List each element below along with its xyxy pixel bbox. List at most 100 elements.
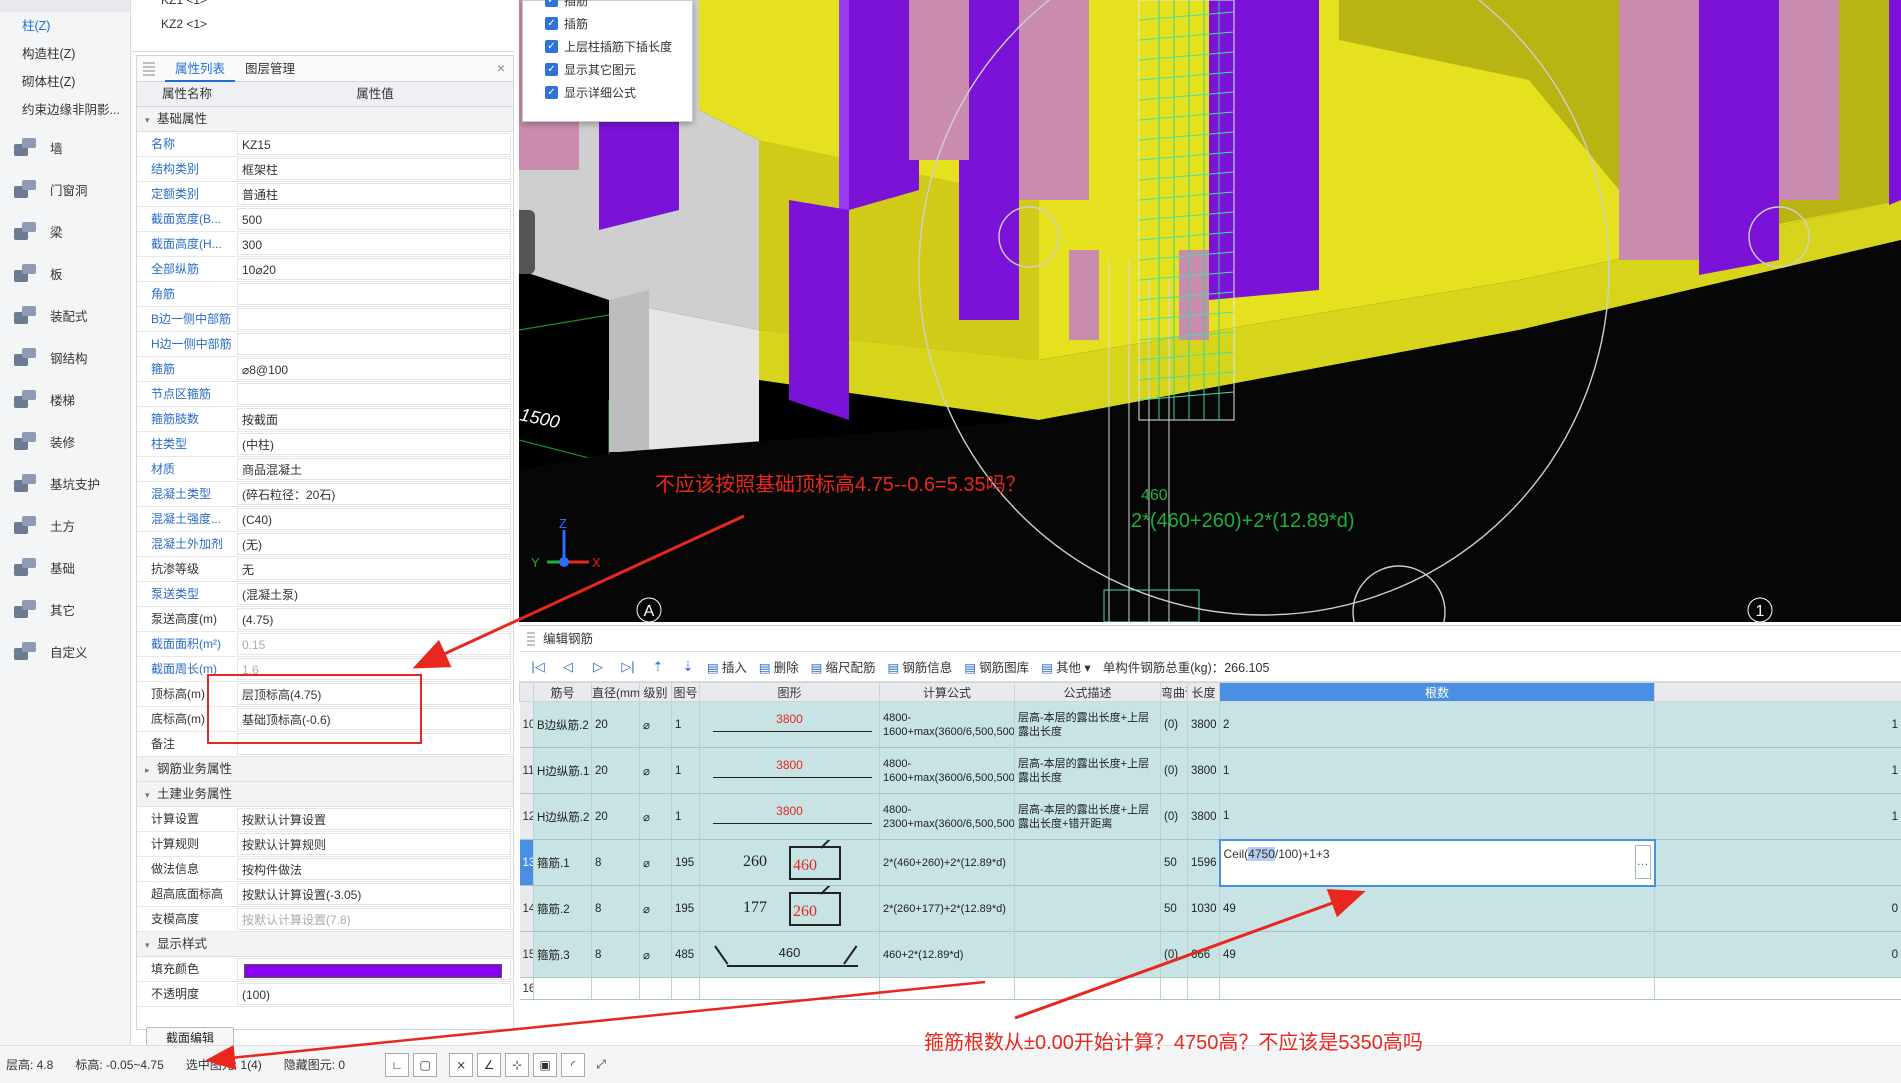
formula-description[interactable] <box>1014 885 1161 932</box>
bar-length[interactable]: 3800 <box>1187 747 1220 794</box>
tail-cell[interactable]: 0 <box>1654 885 1901 932</box>
calc-formula[interactable]: 2*(460+260)+2*(12.89*d) <box>879 839 1015 886</box>
checkbox-row[interactable]: ✓ 显示详细公式 <box>545 81 692 104</box>
property-value[interactable] <box>237 958 511 980</box>
row-index[interactable]: 16 <box>519 977 534 1000</box>
tail-cell[interactable]: 1 <box>1654 747 1901 794</box>
row-index[interactable]: 11 <box>519 747 534 794</box>
tab-layer-manage[interactable]: 图层管理 <box>235 56 305 82</box>
3d-viewport[interactable]: A 1 1500 460 2*(460+260)+2*(12.89*d) Z Y… <box>519 0 1901 622</box>
checkbox-checked-icon[interactable]: ✓ <box>545 17 558 30</box>
bar-shape[interactable]: 3800 <box>699 793 880 840</box>
table-cell[interactable] <box>591 977 640 1000</box>
count-formula-input[interactable]: Ceil(4750/100)+1+3… <box>1224 843 1651 883</box>
table-row[interactable]: 12H边纵筋.220⌀138004800-2300+max(3600/6,500… <box>519 793 1901 840</box>
element-list-item[interactable]: KZ2 <1> <box>131 12 514 36</box>
fullscreen-icon[interactable]: ⤢ <box>589 1053 613 1077</box>
ellipsis-button-icon[interactable]: … <box>1634 844 1651 879</box>
chevron-down-icon[interactable]: ▾ <box>145 783 157 808</box>
last-record-icon[interactable]: ▷| <box>617 656 639 678</box>
bar-name[interactable]: H边纵筋.2 <box>533 793 592 840</box>
bar-figure-no[interactable]: 195 <box>671 839 700 886</box>
bar-figure-no[interactable]: 1 <box>671 701 700 748</box>
property-value[interactable] <box>237 333 511 355</box>
property-value[interactable]: 500 <box>237 208 511 230</box>
bar-count[interactable]: 1 <box>1219 747 1655 794</box>
chevron-down-icon[interactable]: ▾ <box>145 933 157 958</box>
calc-formula[interactable]: 4800-2300+max(3600/6,500,500)+1*35*d <box>879 793 1015 840</box>
bar-count[interactable]: Ceil(4750/100)+1+3… <box>1218 838 1656 887</box>
ortho-icon[interactable]: ∟ <box>385 1052 410 1077</box>
tail-cell[interactable]: 0 <box>1654 931 1901 978</box>
sidebar-subitem[interactable]: 约束边缘非阴影... <box>0 96 130 124</box>
property-section-header[interactable]: ▾ 基础属性 <box>137 107 513 132</box>
checkbox-row[interactable]: ✓ 上层柱插筋下插长度 <box>545 35 692 58</box>
property-value[interactable] <box>237 383 511 405</box>
bar-name[interactable]: B边纵筋.2 <box>533 701 592 748</box>
sidebar-category[interactable]: 板 <box>0 252 130 294</box>
tail-cell[interactable]: 1 <box>1654 793 1901 840</box>
tail-cell[interactable]: 1 <box>1654 701 1901 748</box>
sidebar-category[interactable]: 其它 <box>0 588 130 630</box>
bar-length[interactable]: 3800 <box>1187 701 1220 748</box>
sidebar-category[interactable]: 自定义 <box>0 630 130 672</box>
first-record-icon[interactable]: |◁ <box>527 656 549 678</box>
property-value[interactable]: (碎石粒径：20石) <box>237 483 511 505</box>
row-index[interactable]: 12 <box>519 793 534 840</box>
column-header[interactable]: 图号 <box>671 682 700 702</box>
calc-formula[interactable]: 4800-1600+max(3600/6,500,500) <box>879 747 1015 794</box>
bar-length[interactable]: 1596 <box>1187 839 1220 886</box>
table-cell[interactable] <box>1160 977 1188 1000</box>
sidebar-category[interactable]: 装修 <box>0 420 130 462</box>
formula-description[interactable] <box>1014 839 1161 886</box>
bar-grade[interactable]: ⌀ <box>639 747 672 794</box>
row-index[interactable]: 13 <box>519 839 534 886</box>
bar-shape[interactable]: 177 260 <box>699 885 880 932</box>
bar-count[interactable]: 2 <box>1219 701 1655 748</box>
table-row[interactable]: 11 H边纵筋.1 20 ⌀ 1 3800 4800-1600+max(3600/6,500… <box>519 747 1901 794</box>
bar-shape[interactable]: 3800 <box>699 747 880 794</box>
bar-count[interactable]: 49 <box>1219 931 1655 978</box>
property-value[interactable] <box>237 283 511 305</box>
column-header[interactable]: 公式描述 <box>1014 682 1161 702</box>
formula-description[interactable] <box>1014 931 1161 978</box>
property-value[interactable]: 按默认计算规则 <box>237 833 511 855</box>
property-value[interactable]: 10⌀20 <box>237 258 511 280</box>
sidebar-subitem[interactable]: 柱(Z) <box>0 12 130 40</box>
bar-figure-no[interactable]: 1 <box>671 747 700 794</box>
bar-grade[interactable]: ⌀ <box>639 701 672 748</box>
table-cell[interactable] <box>1014 977 1161 1000</box>
property-value[interactable] <box>237 308 511 330</box>
property-value[interactable]: KZ15 <box>237 133 511 155</box>
table-cell[interactable] <box>1187 977 1220 1000</box>
property-value[interactable]: (C40) <box>237 508 511 530</box>
bar-length[interactable]: 3800 <box>1187 793 1220 840</box>
table-cell[interactable] <box>1219 977 1655 1000</box>
sidebar-subitem[interactable]: 砌体柱(Z) <box>0 68 130 96</box>
chevron-down-icon[interactable]: ▾ <box>145 108 157 133</box>
property-value[interactable]: 按默认计算设置(7.8) <box>237 908 511 930</box>
viewport-collapse-handle[interactable] <box>519 210 535 274</box>
checkbox-row[interactable]: ✓ 显示其它图元 <box>545 58 692 81</box>
box-select-icon[interactable]: ▢ <box>413 1052 438 1077</box>
bar-grade[interactable]: ⌀ <box>639 839 672 886</box>
bar-length[interactable]: 1030 <box>1187 885 1220 932</box>
row-index[interactable]: 10 <box>519 701 534 748</box>
checkbox-checked-icon[interactable]: ✓ <box>545 86 558 99</box>
property-value[interactable]: 0.15 <box>237 633 511 655</box>
drag-grip-icon[interactable] <box>527 632 535 646</box>
column-header[interactable]: 直径(mm) <box>591 682 640 702</box>
property-value[interactable]: 按默认计算设置(-3.05) <box>237 883 511 905</box>
bend-adjust[interactable]: (0) <box>1160 793 1188 840</box>
property-value[interactable]: (100) <box>237 983 511 1005</box>
bar-grade[interactable]: ⌀ <box>639 885 672 932</box>
bar-name[interactable]: H边纵筋.1 <box>533 747 592 794</box>
table-row[interactable]: 15箍筋.38⌀485460460+2*(12.89*d) (0)666490 <box>519 931 1901 978</box>
property-value[interactable]: 300 <box>237 233 511 255</box>
bend-adjust[interactable]: (0) <box>1160 701 1188 748</box>
toolbar-button[interactable]: ▤ 缩尺配筋 <box>811 657 876 676</box>
column-header[interactable]: 计算公式 <box>879 682 1015 702</box>
table-cell[interactable] <box>699 977 880 1000</box>
bar-diameter[interactable]: 20 <box>591 793 640 840</box>
formula-description[interactable]: 层高-本层的露出长度+上层露出长度 <box>1014 701 1161 748</box>
